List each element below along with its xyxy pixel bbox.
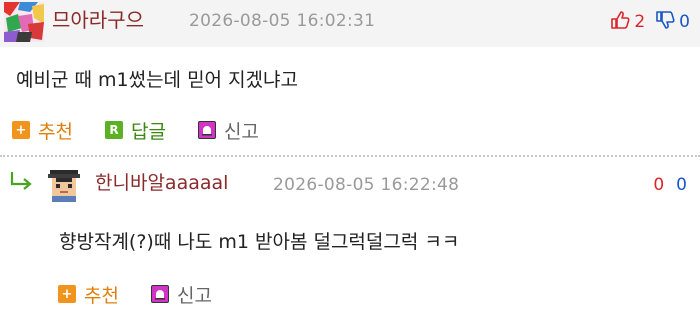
upvote-count[interactable]: 0 [653, 173, 664, 197]
recommend-label: 추천 [38, 120, 73, 143]
comment-timestamp: 2026-08-05 16:02:31 [189, 11, 376, 31]
comment-actions: + 추천 R 답글 신고 [12, 117, 291, 143]
recommend-button[interactable]: + 추천 [12, 117, 73, 144]
thumbs-up-icon[interactable] [610, 10, 630, 35]
report-button[interactable]: 신고 [197, 117, 259, 144]
avatar[interactable] [4, 2, 44, 42]
report-button[interactable]: 신고 [150, 281, 212, 308]
siren-icon [197, 121, 216, 139]
reply-author[interactable]: 한니바알aaaaal [95, 170, 228, 196]
recommend-label: 추천 [84, 284, 119, 307]
downvote-count: 0 [679, 12, 690, 32]
reply-timestamp: 2026-08-05 16:22:48 [273, 175, 460, 195]
avatar[interactable] [46, 166, 82, 202]
reply-label: 답글 [130, 120, 166, 143]
recommend-button[interactable]: + 추천 [58, 281, 119, 308]
reply-r-icon: R [104, 121, 123, 139]
reply-button[interactable]: R 답글 [104, 117, 166, 144]
comment-author[interactable]: 므아라구으 [52, 7, 144, 33]
report-label: 신고 [176, 284, 212, 307]
plus-icon: + [12, 121, 30, 139]
comment-votes: 2 0 [610, 10, 690, 34]
comment-divider [0, 155, 700, 157]
siren-icon [150, 285, 169, 303]
comment-header: 므아라구으 2026-08-05 16:02:31 2 0 [0, 0, 700, 47]
reply-actions: + 추천 신고 [58, 281, 244, 307]
upvote-count: 2 [634, 12, 646, 32]
thumbs-down-icon[interactable] [655, 10, 675, 35]
comment-text: 예비군 때 m1썼는데 믿어 지겠냐고 [16, 69, 298, 91]
reply-votes: 0 0 [653, 173, 687, 197]
reply-text: 향방작계(?)때 나도 m1 받아봄 덜그럭덜그럭 ㅋㅋ [59, 231, 460, 253]
report-label: 신고 [223, 120, 259, 143]
plus-icon: + [58, 285, 76, 303]
downvote-count[interactable]: 0 [676, 173, 687, 197]
reply-arrow-icon [8, 170, 36, 192]
